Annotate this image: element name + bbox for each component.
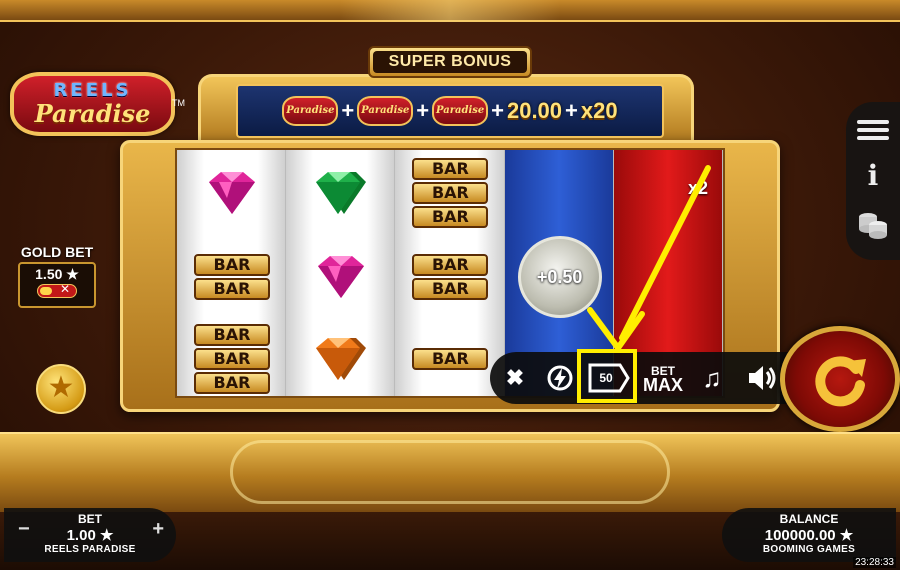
ornament-swirl — [230, 440, 670, 504]
super-bonus-text: SUPER BONUS — [373, 51, 527, 73]
green-gem-icon — [308, 168, 374, 218]
bar-block: BAR — [194, 348, 270, 370]
symbol-triple-bar: BAR BAR BAR — [395, 152, 505, 234]
coin-value: +0.50 — [517, 236, 602, 318]
gold-bet-value: 1.50 ★ — [35, 266, 79, 282]
pink-gem-icon — [199, 168, 265, 218]
bet-max-button[interactable]: BET MAX — [638, 352, 688, 404]
symbol-triple-bar: BAR BAR BAR — [177, 318, 287, 400]
bar-block: BAR — [412, 182, 489, 204]
gold-bet-box: 1.50 ★ ✕ — [18, 262, 96, 308]
symbol-double-bar: BAR BAR — [177, 236, 287, 318]
symbol-pink-gem — [177, 152, 287, 234]
super-bonus-bar: Paradise + Paradise + Paradise + 20.00 +… — [236, 84, 664, 138]
top-flourish — [340, 0, 560, 22]
spin-button[interactable] — [780, 326, 900, 432]
balance-label: BALANCE — [779, 512, 839, 526]
turbo-button[interactable] — [540, 352, 580, 404]
symbol-green-gem — [286, 152, 396, 234]
bar-block: BAR — [412, 278, 489, 300]
turbo-icon — [547, 365, 573, 391]
bonus-logo-3: Paradise — [432, 96, 489, 126]
bet-increase-button[interactable]: + — [152, 518, 164, 541]
info-icon: i — [867, 158, 879, 192]
coins-stack-icon — [859, 213, 887, 240]
reel-1: BAR BAR BAR BAR BAR — [177, 150, 287, 396]
plus-sign: + — [416, 98, 430, 123]
bar-block: BAR — [194, 254, 270, 276]
symbol-orange-gem — [286, 318, 396, 400]
gold-bet-panel: GOLD BET 1.50 ★ ✕ — [18, 244, 96, 308]
game-logo: REELS Paradise TM — [10, 72, 185, 136]
bet-max-bottom: MAX — [643, 375, 683, 395]
bar-block: BAR — [194, 324, 270, 346]
symbol-single-bar: BAR — [395, 318, 505, 400]
provider-name: BOOMING GAMES — [762, 544, 856, 555]
bonus-logo-1: Paradise — [282, 96, 339, 126]
bar-block: BAR — [194, 278, 270, 300]
coins-button[interactable] — [856, 207, 890, 246]
super-bonus-label: SUPER BONUS — [368, 46, 532, 78]
balance-panel: BALANCE 100000.00 ★ BOOMING GAMES — [722, 508, 896, 562]
bonus-logo-2: Paradise — [357, 96, 414, 126]
orange-gem-icon — [308, 334, 374, 384]
bonus-multiplier: x20 — [580, 98, 618, 123]
bar-block: BAR — [412, 348, 489, 370]
toggle-off-icon: ✕ — [59, 282, 70, 296]
game-name: REELS PARADISE — [44, 544, 136, 555]
star-icon: ★ — [47, 371, 75, 404]
bonus-amount: 20.00 — [506, 98, 563, 123]
bet-label: BET — [78, 512, 102, 526]
bet-decrease-button[interactable]: − — [18, 518, 30, 541]
plus-sign: + — [341, 98, 355, 123]
logo-line1: REELS — [53, 80, 132, 101]
bar-block: BAR — [194, 372, 270, 394]
favorites-star-button[interactable]: ★ — [36, 364, 86, 414]
bar-block: BAR — [412, 206, 489, 228]
bar-block: BAR — [412, 254, 489, 276]
reel-2 — [286, 150, 396, 396]
symbol-pink-gem — [286, 236, 396, 318]
speaker-icon — [749, 366, 776, 390]
toggle-knob — [40, 287, 52, 295]
clock: 23:28:33 — [853, 557, 896, 568]
quick-settings-bar: ✖ 50 BET MAX ♫ — [490, 352, 790, 404]
balance-value: 100000.00 ★ — [764, 527, 854, 544]
logo-line2: Paradise — [34, 99, 151, 128]
bet-value: 1.00 ★ — [66, 527, 114, 544]
spin-arrow-icon — [815, 356, 866, 407]
hamburger-icon — [857, 119, 889, 124]
close-button[interactable]: ✖ — [490, 352, 540, 404]
plus-sign: + — [565, 98, 578, 123]
bottom-ornament — [0, 432, 900, 512]
logo-tm: TM — [172, 98, 185, 108]
plus-sign: + — [491, 98, 504, 123]
reel-3: BAR BAR BAR BAR BAR BAR — [395, 150, 505, 396]
pink-gem-icon — [308, 252, 374, 302]
side-menu: i — [846, 102, 900, 260]
bet-panel: − BET 1.00 ★ REELS PARADISE + — [4, 508, 176, 562]
gold-bet-toggle[interactable]: ✕ — [37, 282, 77, 298]
music-icon: ♫ — [702, 362, 722, 393]
top-frame-strip — [0, 0, 900, 22]
symbol-double-bar: BAR BAR — [395, 236, 505, 318]
music-button[interactable]: ♫ — [688, 352, 736, 404]
autoplay-count: 50 — [599, 371, 613, 385]
gold-bet-label: GOLD BET — [20, 244, 94, 260]
menu-button[interactable] — [857, 116, 889, 144]
bar-block: BAR — [412, 158, 489, 180]
info-button[interactable]: i — [868, 159, 879, 192]
autoplay-button[interactable]: 50 — [580, 352, 638, 404]
multiplier-label: x2 — [687, 178, 709, 198]
close-icon: ✖ — [505, 365, 525, 390]
symbol-silver-coin: +0.50 — [505, 236, 615, 318]
